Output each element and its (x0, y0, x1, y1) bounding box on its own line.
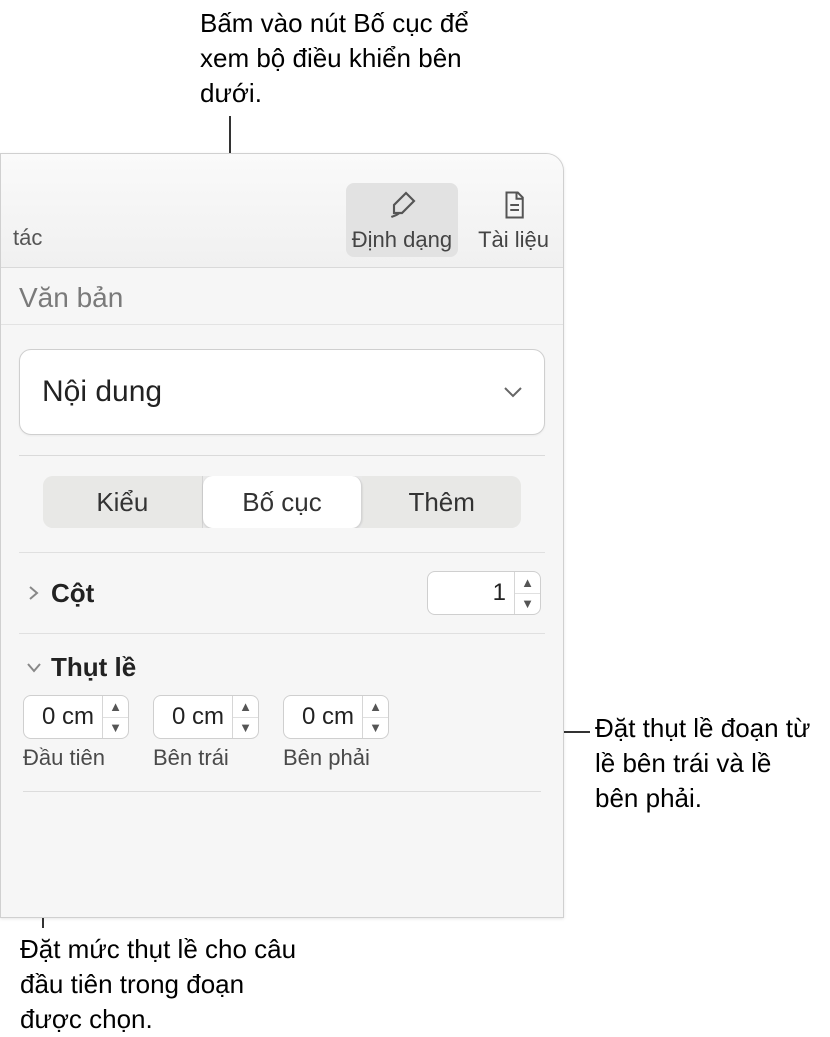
chevron-right-icon[interactable] (23, 585, 45, 601)
toolbar: tác Định dạng Tài liệu (1, 154, 563, 268)
document-tab-label: Tài liệu (478, 227, 549, 253)
indents-label: Thụt lề (51, 652, 136, 683)
paintbrush-icon (384, 187, 420, 223)
stepper-up-icon[interactable]: ▲ (363, 696, 388, 718)
format-tab-label: Định dạng (352, 227, 452, 253)
chevron-down-icon[interactable] (23, 662, 45, 674)
toolbar-fragment-label: tác (13, 225, 42, 257)
columns-input[interactable] (428, 579, 514, 607)
indent-right-input[interactable] (284, 703, 362, 731)
tab-more[interactable]: Thêm (362, 476, 521, 528)
stepper-down-icon[interactable]: ▼ (515, 594, 540, 615)
divider (23, 791, 541, 792)
paragraph-style-value: Nội dung (42, 375, 162, 409)
stepper-down-icon[interactable]: ▼ (233, 718, 258, 739)
section-title: Văn bản (1, 268, 563, 325)
indent-right-stepper[interactable]: ▲ ▼ (283, 695, 389, 739)
indent-first-input[interactable] (24, 703, 102, 731)
segmented-control: Kiểu Bố cục Thêm (43, 476, 521, 528)
stepper-up-icon[interactable]: ▲ (103, 696, 128, 718)
chevron-down-icon (504, 379, 522, 405)
indents-row: Thụt lề (19, 633, 545, 689)
format-tab[interactable]: Định dạng (346, 183, 458, 257)
tab-style[interactable]: Kiểu (43, 476, 203, 528)
callout-bottom: Đặt mức thụt lề cho câu đầu tiên trong đ… (20, 932, 310, 1037)
indent-first-label: Đầu tiên (23, 745, 105, 771)
tab-layout[interactable]: Bố cục (203, 476, 363, 528)
stepper-down-icon[interactable]: ▼ (103, 718, 128, 739)
stepper-down-icon[interactable]: ▼ (363, 718, 388, 739)
stepper-up-icon[interactable]: ▲ (515, 572, 540, 594)
callout-right: Đặt thụt lề đoạn từ lề bên trái và lề bê… (595, 711, 820, 816)
stepper-up-icon[interactable]: ▲ (233, 696, 258, 718)
document-icon (496, 187, 532, 223)
indent-right-label: Bên phải (283, 745, 370, 771)
columns-label: Cột (51, 578, 94, 609)
indent-controls: ▲ ▼ Đầu tiên ▲ ▼ Bên trái (19, 689, 545, 787)
paragraph-style-dropdown[interactable]: Nội dung (19, 349, 545, 435)
columns-row: Cột ▲ ▼ (19, 552, 545, 633)
indent-left-label: Bên trái (153, 745, 229, 771)
document-tab[interactable]: Tài liệu (472, 183, 555, 257)
callout-top: Bấm vào nút Bố cục để xem bộ điều khiển … (200, 6, 500, 111)
columns-stepper[interactable]: ▲ ▼ (427, 571, 541, 615)
indent-left-stepper[interactable]: ▲ ▼ (153, 695, 259, 739)
inspector-panel: tác Định dạng Tài liệu Văn bản Nội dung (0, 153, 564, 918)
indent-left-input[interactable] (154, 703, 232, 731)
indent-first-stepper[interactable]: ▲ ▼ (23, 695, 129, 739)
divider (19, 455, 545, 456)
